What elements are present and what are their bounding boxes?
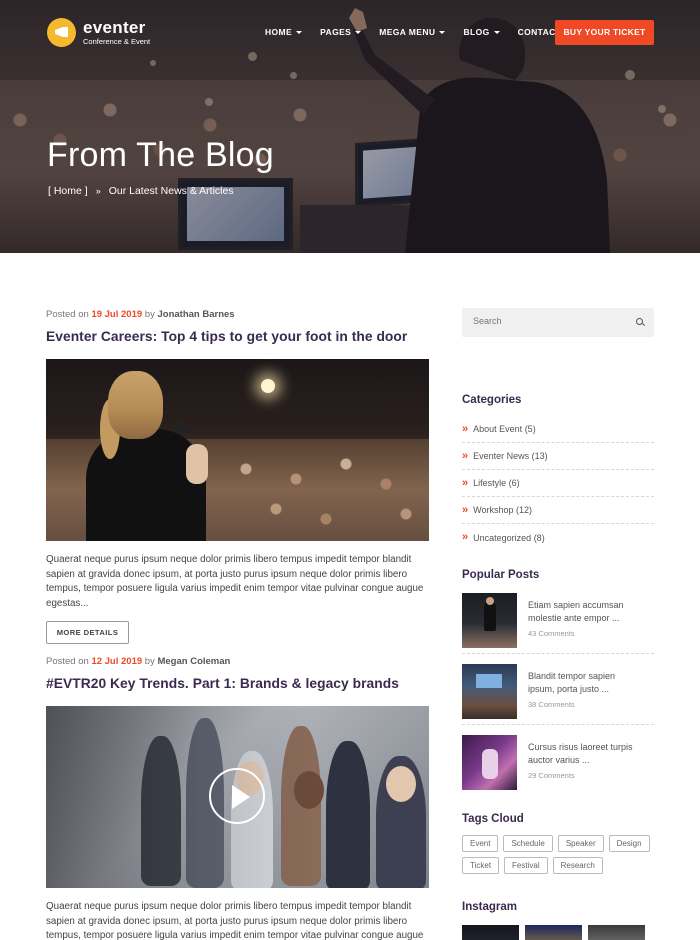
breadcrumb: [ Home ] » Our Latest News & Articles (48, 185, 234, 197)
menu-item-pages[interactable]: PAGES (320, 27, 362, 37)
instagram-feed (462, 925, 654, 940)
caret-down-icon (355, 30, 362, 34)
microphone-icon (174, 421, 188, 435)
site-logo[interactable]: eventer Conference & Event (47, 18, 150, 47)
buy-ticket-button[interactable]: BUY YOUR TICKET (555, 20, 654, 45)
breadcrumb-current: Our Latest News & Articles (108, 185, 234, 197)
popular-posts-title: Popular Posts (462, 569, 540, 581)
tag-event[interactable]: Event (462, 835, 499, 852)
popular-post-item[interactable]: Cursus risus laoreet turpis auctor variu… (462, 725, 654, 796)
play-video-icon[interactable] (209, 768, 265, 824)
popular-post-item[interactable]: Etiam sapien accumsan molestie ante empo… (462, 583, 654, 654)
menu-item-home[interactable]: HOME (265, 27, 303, 37)
more-details-button[interactable]: MORE DETAILS (46, 621, 129, 644)
post-video-thumbnail[interactable] (46, 706, 429, 888)
popular-post-title[interactable]: Blandit tempor sapien ipsum, porta justo… (528, 670, 643, 696)
menu-item-mega-menu[interactable]: MEGA MENU (379, 27, 446, 37)
tag-festival[interactable]: Festival (504, 857, 548, 874)
menu-item-blog[interactable]: BLOG (463, 27, 500, 37)
popular-post-item[interactable]: Blandit tempor sapien ipsum, porta justo… (462, 654, 654, 725)
tag-design[interactable]: Design (608, 835, 650, 852)
post-excerpt: Quaerat neque purus ipsum neque dolor pr… (46, 554, 424, 609)
category-item-lifestyle[interactable]: » Lifestyle (6) (462, 470, 654, 497)
breadcrumb-separator: » (95, 186, 101, 196)
main-menu: HOME PAGES MEGA MENU BLOG CONTACTS (265, 27, 595, 37)
search-icon[interactable] (636, 318, 643, 325)
post-date-link[interactable]: 12 Jul 2019 (91, 656, 142, 667)
category-item-about-event[interactable]: » About Event (5) (462, 416, 654, 443)
post-excerpt: Quaerat neque purus ipsum neque dolor pr… (46, 901, 424, 940)
top-navigation: eventer Conference & Event HOME PAGES ME… (0, 0, 700, 65)
double-chevron-right-icon: » (462, 476, 469, 489)
page-title: From The Blog (47, 136, 274, 174)
category-item-workshop[interactable]: » Workshop (12) (462, 497, 654, 524)
popular-post-title[interactable]: Etiam sapien accumsan molestie ante empo… (528, 599, 643, 625)
tag-speaker[interactable]: Speaker (557, 835, 604, 852)
post-image-speaker[interactable] (46, 359, 429, 541)
popular-post-comments: 38 Comments (528, 700, 575, 709)
post-meta: Posted on 19 Jul 2019 by Jonathan Barnes (46, 309, 235, 320)
instagram-thumbnail[interactable] (525, 925, 582, 940)
double-chevron-right-icon: » (462, 503, 469, 516)
post-title-link[interactable]: #EVTR20 Key Trends. Part 1: Brands & leg… (46, 676, 430, 691)
logo-tagline: Conference & Event (83, 37, 151, 47)
category-item-uncategorized[interactable]: » Uncategorized (8) (462, 524, 654, 551)
search-box (462, 308, 654, 337)
caret-down-icon (296, 30, 303, 34)
tags-cloud: Event Schedule Speaker Design Ticket Fes… (462, 835, 657, 879)
sidebar: Categories »About Event (5) »Eventer New… (462, 308, 654, 940)
blog-post: Posted on 19 Jul 2019 by Jonathan Barnes… (46, 309, 430, 644)
logo-name: eventer (83, 18, 146, 38)
popular-post-thumbnail[interactable] (462, 735, 517, 790)
post-title-link[interactable]: Eventer Careers: Top 4 tips to get your … (46, 329, 430, 344)
blog-post: Posted on 12 Jul 2019 by Megan Coleman #… (46, 656, 430, 940)
caret-down-icon (493, 30, 500, 34)
post-author-link[interactable]: Jonathan Barnes (157, 309, 234, 320)
tag-research[interactable]: Research (552, 857, 603, 874)
instagram-title: Instagram (462, 901, 517, 913)
caret-down-icon (439, 30, 446, 34)
popular-post-thumbnail[interactable] (462, 593, 517, 648)
double-chevron-right-icon: » (462, 449, 469, 462)
megaphone-icon (47, 18, 76, 47)
double-chevron-right-icon: » (462, 422, 469, 435)
tag-schedule[interactable]: Schedule (503, 835, 553, 852)
popular-post-thumbnail[interactable] (462, 664, 517, 719)
popular-post-comments: 43 Comments (528, 629, 575, 638)
instagram-thumbnail[interactable] (462, 925, 519, 940)
tag-ticket[interactable]: Ticket (462, 857, 500, 874)
tags-cloud-title: Tags Cloud (462, 813, 524, 825)
post-author-link[interactable]: Megan Coleman (157, 656, 230, 667)
categories-title: Categories (462, 394, 522, 406)
popular-posts-list: Etiam sapien accumsan molestie ante empo… (462, 583, 654, 796)
category-item-eventer-news[interactable]: » Eventer News (13) (462, 443, 654, 470)
double-chevron-right-icon: » (462, 531, 469, 543)
hero-banner: eventer Conference & Event HOME PAGES ME… (0, 0, 700, 253)
breadcrumb-home-link[interactable]: [ Home ] (48, 185, 88, 197)
popular-post-comments: 29 Comments (528, 771, 575, 780)
post-meta: Posted on 12 Jul 2019 by Megan Coleman (46, 656, 231, 667)
post-date-link[interactable]: 19 Jul 2019 (91, 309, 142, 320)
search-input[interactable] (473, 316, 623, 326)
instagram-thumbnail[interactable] (588, 925, 645, 940)
popular-post-title[interactable]: Cursus risus laoreet turpis auctor variu… (528, 741, 643, 767)
categories-list: » About Event (5) » Eventer News (13) » Lif… (462, 416, 654, 551)
